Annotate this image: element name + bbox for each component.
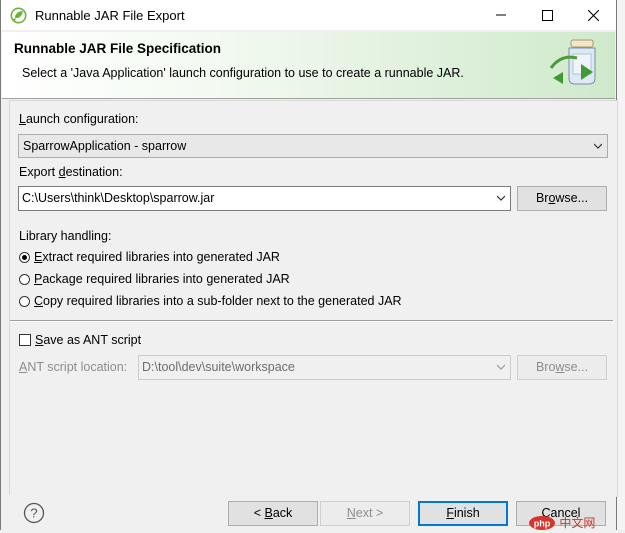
library-option-package-label: Package required libraries into generate… [34,272,290,286]
ant-browse-button[interactable]: Browse... [517,355,607,380]
ant-script-location-label: ANT script location: [19,360,128,374]
ant-script-location-input[interactable]: D:\tool\dev\suite\workspace [138,355,511,380]
page-title: Runnable JAR File Specification [14,41,222,56]
help-icon[interactable]: ? [23,502,45,524]
export-destination-input[interactable]: C:\Users\think\Desktop\sparrow.jar [18,186,511,211]
background-window-edge-right [617,0,625,530]
next-button[interactable]: Next > [320,501,410,526]
library-handling-label: Library handling: [19,229,112,243]
library-option-extract[interactable]: Extract required libraries into generate… [19,248,280,266]
save-ant-script-label: Save as ANT script [35,333,142,347]
export-destination-label: Export destination: [19,165,123,179]
svg-text:?: ? [30,506,37,521]
wizard-header: Runnable JAR File Specification Select a… [2,32,615,99]
close-icon [587,9,599,21]
export-browse-button[interactable]: Browse... [517,186,607,211]
library-option-copy-label: Copy required libraries into a sub-folde… [34,294,402,308]
window-title: Runnable JAR File Export [35,8,185,23]
minimize-icon [496,14,506,16]
launch-configuration-value: SparrowApplication - sparrow [23,139,187,153]
chevron-down-icon[interactable] [497,194,505,202]
save-ant-script-checkbox[interactable]: Save as ANT script [19,331,141,349]
chevron-down-icon [594,143,602,149]
library-option-package[interactable]: Package required libraries into generate… [19,270,290,288]
jar-export-wizard-icon [549,39,596,85]
radio-selected[interactable] [19,251,30,263]
minimize-button[interactable] [478,0,524,30]
back-button[interactable]: < Back [228,501,318,526]
maximize-button[interactable] [524,0,570,30]
runnable-jar-export-dialog: Runnable JAR File Export Runnable JAR Fi… [0,0,618,530]
title-bar[interactable]: Runnable JAR File Export [1,0,616,30]
ant-script-location-value: D:\tool\dev\suite\workspace [142,360,295,374]
chevron-down-icon [497,364,505,370]
radio-unselected[interactable] [19,295,30,307]
launch-configuration-label: Launch configuration: [19,112,139,126]
library-option-copy[interactable]: Copy required libraries into a sub-folde… [19,292,402,310]
close-button[interactable] [570,0,616,30]
library-option-extract-label: Extract required libraries into generate… [34,250,280,264]
checkbox-unchecked[interactable] [19,334,31,346]
finish-button[interactable]: Finish [418,501,508,526]
svg-text:php: php [534,519,551,529]
php-watermark: php php 中文网 [528,514,620,530]
radio-unselected[interactable] [19,273,30,285]
section-divider [10,320,613,322]
spring-leaf-icon [10,7,27,24]
export-destination-value: C:\Users\think\Desktop\sparrow.jar [22,191,215,205]
page-description: Select a 'Java Application' launch confi… [22,66,464,80]
maximize-icon [541,9,553,21]
launch-configuration-select[interactable]: SparrowApplication - sparrow [18,134,608,158]
